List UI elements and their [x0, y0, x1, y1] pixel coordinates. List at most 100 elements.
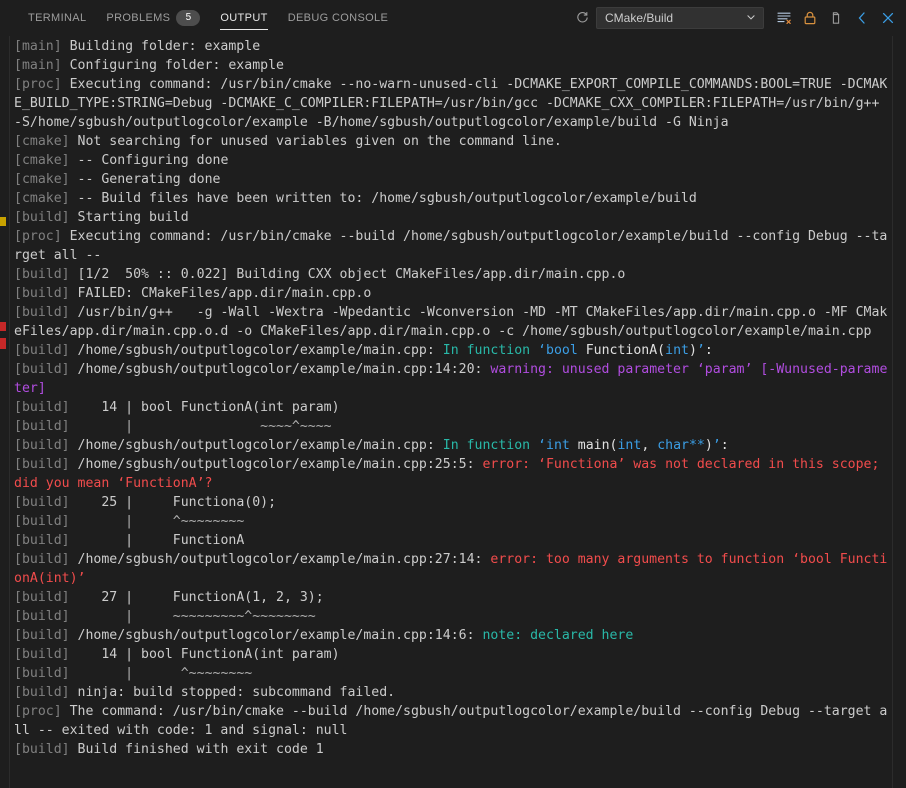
log-segment: [build] [14, 495, 78, 510]
log-segment: [proc] [14, 77, 70, 92]
panel-header: TERMINAL PROBLEMS 5 OUTPUT DEBUG CONSOLE CMa… [0, 0, 906, 36]
close-panel-icon[interactable] [876, 6, 900, 30]
chevron-down-icon [745, 8, 757, 27]
output-log-line: [proc] Executing command: /usr/bin/cmake… [14, 75, 890, 132]
output-log-line: [build] 14 | bool FunctionA(int param) [14, 398, 890, 417]
log-segment: [build] [14, 609, 78, 624]
log-segment: ) [704, 438, 713, 453]
log-segment: [proc] [14, 229, 70, 244]
output-log-line: [build] 27 | FunctionA(1, 2, 3); [14, 588, 890, 607]
panel-tab-label: TERMINAL [28, 11, 87, 24]
lock-icon[interactable] [798, 6, 822, 30]
log-segment: ninja: build stopped: subcommand failed. [77, 685, 396, 700]
log-segment: [1/2 50% :: 0.022] Building CXX object C… [77, 267, 626, 282]
log-segment: : [704, 343, 713, 358]
log-segment: note: [482, 628, 531, 643]
log-segment: [cmake] [14, 191, 78, 206]
log-segment: [build] [14, 362, 78, 377]
panel-tab-list: TERMINAL PROBLEMS 5 OUTPUT DEBUG CONSOLE [0, 0, 398, 35]
panel-tab-debug-console[interactable]: DEBUG CONSOLE [278, 0, 399, 35]
panel-tab-label: DEBUG CONSOLE [287, 11, 389, 24]
clear-output-icon[interactable] [772, 6, 796, 30]
log-segment: 27 | FunctionA(1, 2, 3); [77, 590, 324, 605]
log-segment: ) [688, 343, 697, 358]
log-segment: Building folder: example [69, 39, 261, 54]
output-log-line: [build] | ^~~~~~~~~ [14, 512, 890, 531]
log-segment: /home/sgbush/outputlogcolor/example/main… [77, 438, 443, 453]
log-segment: 14 | bool FunctionA(int param) [77, 647, 340, 662]
log-segment: Executing command: /usr/bin/cmake --no-w… [14, 77, 888, 130]
log-segment: ( [657, 343, 666, 358]
output-log-line: [build] | ^~~~~~~~~ [14, 664, 890, 683]
log-segment: /usr/bin/g++ -g -Wall -Wextra -Wpedantic… [14, 305, 888, 339]
overview-ruler[interactable] [0, 36, 8, 788]
log-segment: In function [442, 343, 539, 358]
output-log-line: [cmake] -- Build files have been written… [14, 189, 890, 208]
log-segment: error: [490, 552, 546, 567]
output-log-lines: [main] Building folder: example [main] Co… [14, 36, 890, 759]
log-segment: [build] [14, 647, 78, 662]
log-segment: | FunctionA [77, 533, 245, 548]
log-segment: ’ [696, 343, 705, 358]
log-segment: /home/sgbush/outputlogcolor/example/main… [77, 343, 443, 358]
log-segment: Starting build [77, 210, 189, 225]
output-log-line: [build] /home/sgbush/outputlogcolor/exam… [14, 626, 890, 645]
hide-panel-icon[interactable] [850, 6, 874, 30]
log-segment: Configuring folder: example [69, 58, 284, 73]
log-segment: [build] [14, 343, 78, 358]
output-log-line: [build] Build finished with exit code 1 [14, 740, 890, 759]
output-log-line: [proc] The command: /usr/bin/cmake --bui… [14, 702, 890, 740]
log-segment: [main] [14, 58, 70, 73]
log-segment: -- Build files have been written to: /ho… [77, 191, 697, 206]
overview-mark-error-1[interactable] [0, 322, 6, 331]
log-segment: warning: [490, 362, 562, 377]
output-log-line: [build] [1/2 50% :: 0.022] Building CXX … [14, 265, 890, 284]
output-view[interactable]: [main] Building folder: example [main] Co… [0, 36, 906, 788]
output-log-line: [cmake] Not searching for unused variabl… [14, 132, 890, 151]
log-segment: FunctionA [585, 343, 658, 358]
log-segment: main [577, 438, 610, 453]
overview-mark-warning[interactable] [0, 217, 6, 226]
log-segment: ’ [712, 438, 721, 453]
log-segment: int [617, 438, 642, 453]
log-segment: [build] [14, 514, 78, 529]
log-segment: [build] [14, 685, 78, 700]
log-segment: Executing command: /usr/bin/cmake --buil… [14, 229, 888, 263]
log-segment: [cmake] [14, 153, 78, 168]
log-segment: error: [482, 457, 539, 472]
log-segment: [main] [14, 39, 70, 54]
panel-tab-output[interactable]: OUTPUT [210, 0, 277, 35]
log-segment: [proc] [14, 704, 70, 719]
log-segment: [build] [14, 419, 78, 434]
log-segment: [build] [14, 666, 78, 681]
output-log-line: [build] /home/sgbush/outputlogcolor/exam… [14, 341, 890, 360]
log-segment: bool [546, 343, 586, 358]
log-segment: [build] [14, 438, 78, 453]
log-segment: 25 | Functiona(0); [77, 495, 277, 510]
overview-mark-error-2[interactable] [0, 338, 6, 349]
log-segment: ‘ [538, 343, 546, 358]
output-channel-value: CMake/Build [605, 10, 674, 25]
log-segment: char** [657, 438, 705, 453]
output-log-line: [proc] Executing command: /usr/bin/cmake… [14, 227, 890, 265]
log-segment: [build] [14, 742, 78, 757]
output-channel-select[interactable]: CMake/Build [596, 6, 764, 29]
log-segment: The command: /usr/bin/cmake --build /hom… [14, 704, 888, 738]
log-segment: -- Generating done [77, 172, 221, 187]
panel-tab-problems[interactable]: PROBLEMS 5 [96, 0, 210, 35]
log-segment: 14 | bool FunctionA(int param) [77, 400, 340, 415]
log-segment: int [665, 343, 689, 358]
output-log-line: [build] | ~~~~~~~~~^~~~~~~~~ [14, 607, 890, 626]
output-log-line: [build] | FunctionA [14, 531, 890, 550]
open-in-editor-icon[interactable] [824, 6, 848, 30]
log-segment: Build finished with exit code 1 [77, 742, 324, 757]
panel-tab-label: OUTPUT [220, 11, 268, 24]
output-log-line: [cmake] -- Generating done [14, 170, 890, 189]
refresh-icon[interactable] [570, 6, 594, 30]
log-segment: | ^~~~~~~~~ [77, 514, 245, 529]
log-segment: /home/sgbush/outputlogcolor/example/main… [77, 628, 483, 643]
log-segment: [cmake] [14, 134, 78, 149]
vertical-scrollbar[interactable] [892, 36, 906, 788]
output-log-line: [cmake] -- Configuring done [14, 151, 890, 170]
panel-tab-terminal[interactable]: TERMINAL [18, 0, 96, 35]
